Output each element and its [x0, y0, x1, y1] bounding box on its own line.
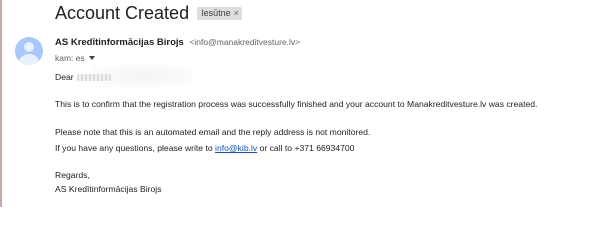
greeting-line: Dear [55, 72, 111, 82]
contact-email-link[interactable]: info@kib.lv [215, 143, 257, 153]
confirmation-text: This is to confirm that the registration… [55, 99, 538, 109]
closing-text: Regards, [55, 170, 90, 180]
sender-email: <info@manakreditvesture.lv> [189, 37, 301, 47]
redacted-name [76, 74, 111, 82]
sender-line: AS Kredītinformācijas Birojs <info@manak… [55, 37, 300, 48]
avatar-body-shape [19, 54, 39, 65]
notice-text: Please note that this is an automated em… [55, 127, 371, 137]
recipient-line: kam: es [55, 53, 85, 63]
inbox-label-chip[interactable]: Iesūtne × [197, 6, 242, 20]
recipient-details-toggle[interactable]: kam: es [55, 53, 95, 63]
sender-avatar[interactable] [15, 37, 43, 65]
left-divider [0, 0, 2, 207]
avatar-head-shape [24, 42, 34, 52]
contact-prefix: If you have any questions, please write … [55, 143, 213, 153]
label-chip-text: Iesūtne [201, 8, 231, 18]
email-view: Account Created Iesūtne × AS Kredītinfor… [0, 0, 590, 207]
greeting: Dear [55, 72, 74, 82]
email-subject: Account Created [55, 3, 190, 23]
contact-line: If you have any questions, please write … [55, 143, 354, 153]
subject-row: Account Created Iesūtne × [55, 3, 242, 23]
sender-name[interactable]: AS Kredītinformācijas Birojs [55, 37, 184, 48]
close-icon[interactable]: × [234, 8, 239, 18]
contact-suffix: or call to +371 66934700 [259, 143, 355, 153]
signature-text: AS Kredītinformācijas Birojs [55, 184, 162, 194]
chevron-down-icon[interactable] [88, 56, 95, 60]
